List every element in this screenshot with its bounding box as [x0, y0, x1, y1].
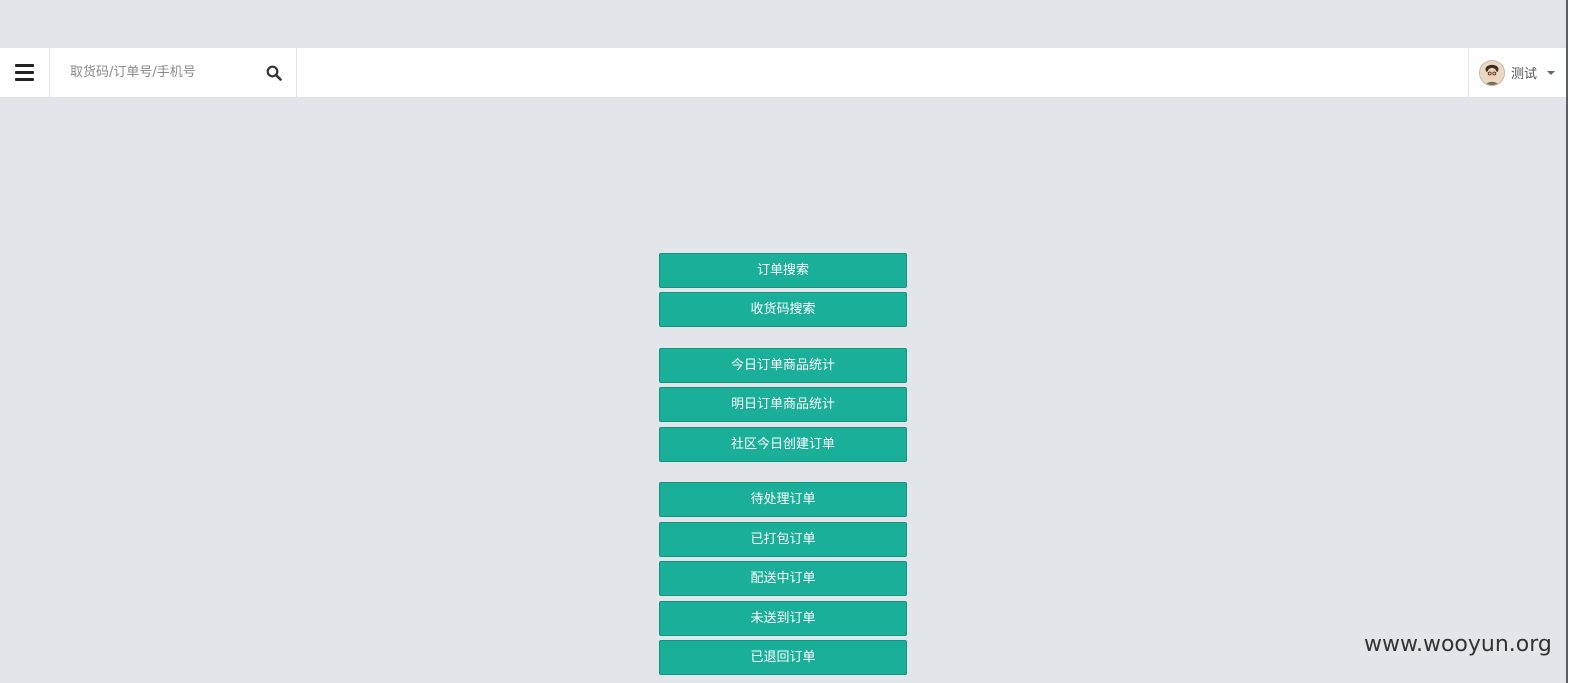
search-icon	[266, 65, 282, 81]
hamburger-icon	[15, 64, 34, 81]
menu-toggle-button[interactable]	[0, 48, 50, 97]
user-menu[interactable]: 测试	[1468, 48, 1566, 97]
order-search-button[interactable]: 订单搜索	[659, 253, 907, 288]
user-avatar-icon	[1480, 60, 1504, 85]
tomorrow-order-stats-button[interactable]: 明日订单商品统计	[659, 387, 907, 422]
community-today-orders-button[interactable]: 社区今日创建订单	[659, 427, 907, 462]
watermark: www.wooyun.org	[1364, 632, 1552, 657]
search-input[interactable]	[70, 57, 264, 88]
pending-orders-button[interactable]: 待处理订单	[659, 482, 907, 517]
navbar-spacer	[297, 48, 1468, 97]
undelivered-orders-button[interactable]: 未送到订单	[659, 601, 907, 636]
today-order-stats-button[interactable]: 今日订单商品统计	[659, 348, 907, 383]
delivering-orders-button[interactable]: 配送中订单	[659, 561, 907, 596]
search-box	[50, 48, 297, 97]
avatar	[1479, 59, 1505, 86]
scrollbar-track[interactable]	[1568, 0, 1586, 683]
packed-orders-button[interactable]: 已打包订单	[659, 522, 907, 557]
user-name: 测试	[1511, 67, 1538, 82]
top-navbar: 测试	[0, 47, 1566, 98]
search-button[interactable]	[264, 63, 284, 83]
page: 测试 订单搜索 收货码搜索 今日订单商品统计 明日订单商品统计 社区今日创建订单…	[0, 0, 1586, 683]
returned-orders-button[interactable]: 已退回订单	[659, 640, 907, 675]
pickup-code-search-button[interactable]: 收货码搜索	[659, 292, 907, 327]
caret-down-icon	[1547, 70, 1556, 75]
